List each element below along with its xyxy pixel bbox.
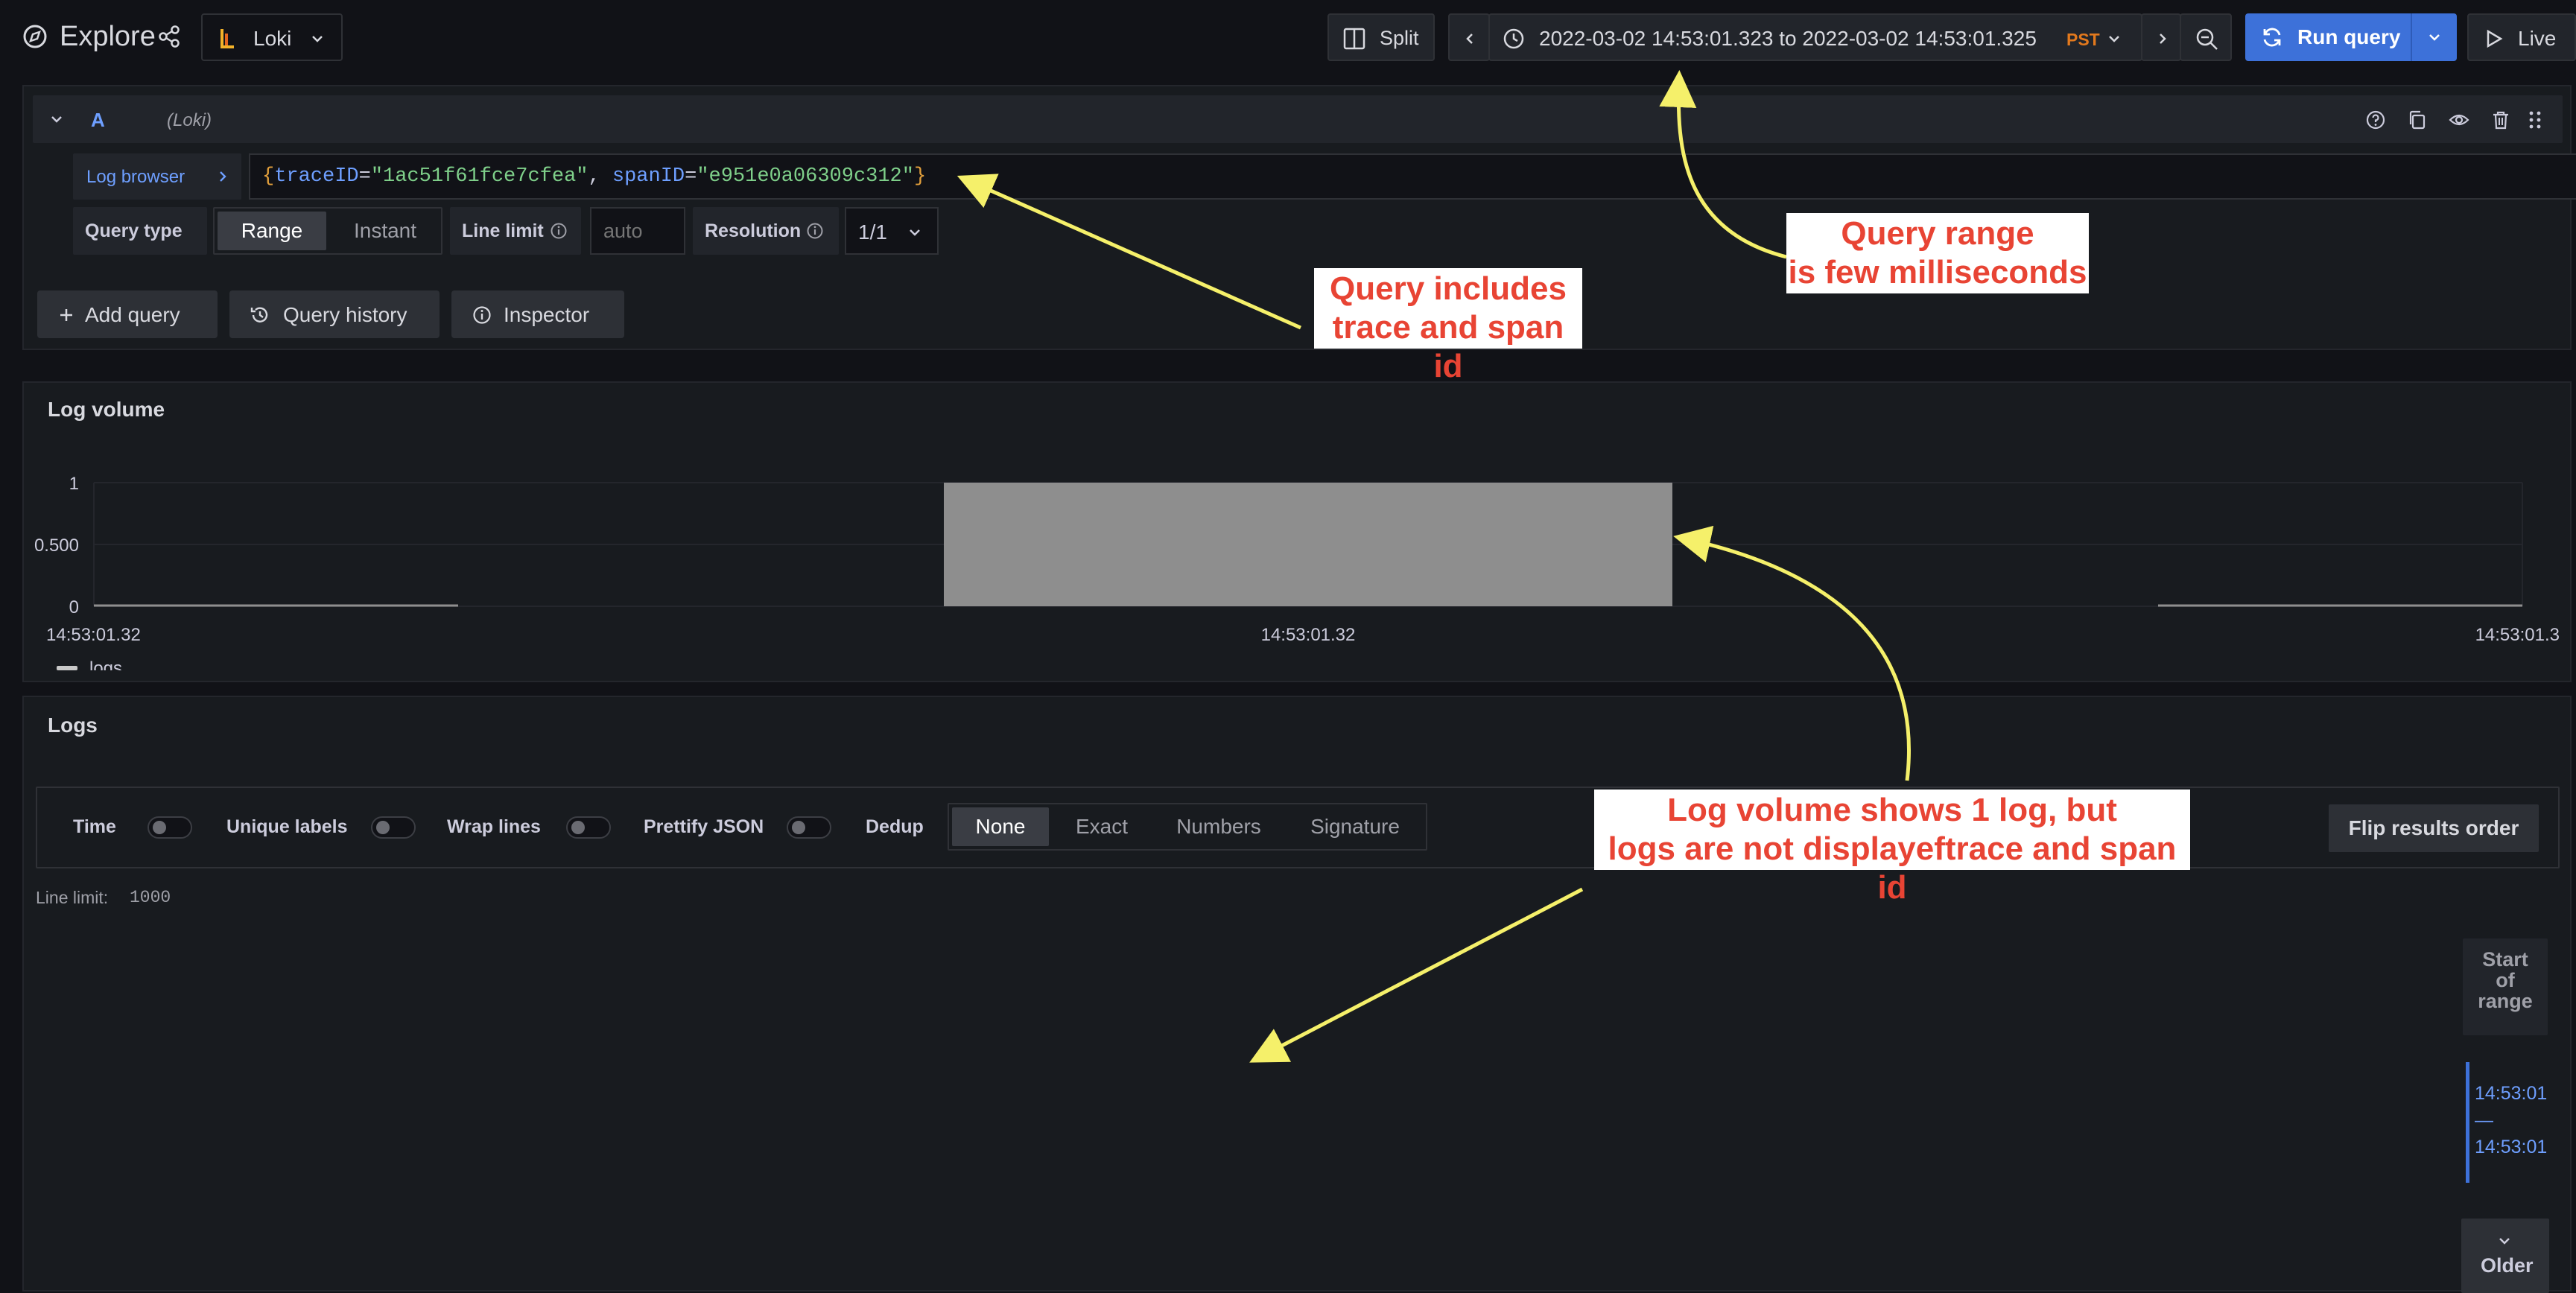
annotation-log-volume: Log volume shows 1 log, but logs are not… [1594,790,2190,906]
arrow-logs-empty [1249,887,1584,1063]
annotation-line: trace and span id [1332,309,1564,384]
annotation-line: is few milliseconds [1788,254,2087,290]
annotation-line: logs are not displayeftrace and span id [1608,830,2177,906]
annotation-query-range: Query range is few milliseconds [1786,213,2089,293]
arrow-query-expr [957,174,1302,330]
arrow-log-volume [1673,525,1911,781]
annotation-line: Log volume shows 1 log, but [1667,792,2117,828]
annotation-arrows [957,70,1911,1063]
annotation-query-includes: Query includes trace and span id [1314,268,1582,384]
annotation-line: Query includes [1330,270,1567,307]
annotation-line: Query range [1841,215,2034,252]
arrow-query-range [1659,70,1787,259]
